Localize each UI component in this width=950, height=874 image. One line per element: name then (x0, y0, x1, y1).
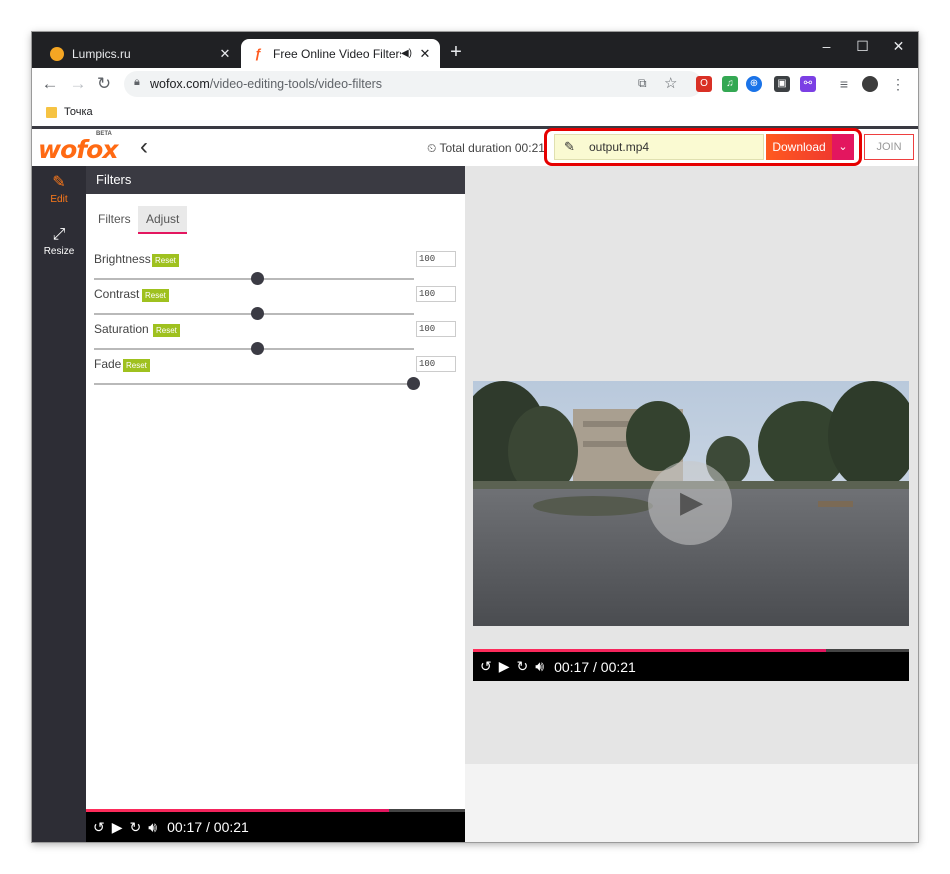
folder-icon (46, 107, 57, 118)
tab-adjust[interactable]: Adjust (138, 206, 188, 234)
reload-icon[interactable]: ↻ (92, 72, 116, 96)
new-tab-button[interactable]: + (444, 41, 468, 65)
extension-purple-icon[interactable]: ⚯ (800, 76, 816, 92)
preview-player-controls: ↺ ▶ ↻ 🔊︎ 00:17 / 00:21 (473, 652, 909, 681)
bookmark-tochka[interactable]: Точка (64, 106, 93, 118)
close-icon[interactable]: ✕ (416, 46, 434, 62)
value-input[interactable]: 100 (416, 321, 456, 337)
reset-button[interactable]: Reset (123, 359, 150, 372)
extension-cube-icon[interactable]: ▣ (774, 76, 790, 92)
wofox-logo[interactable]: wofox BETA (38, 131, 118, 164)
minimize-button[interactable]: – (808, 32, 845, 60)
annotation-highlight (544, 128, 862, 166)
panel-player-controls: ↺ ▶ ↻ 🔊︎ 00:17 / 00:21 (86, 812, 465, 842)
slider-thumb[interactable] (251, 307, 264, 320)
tab-wofox[interactable]: ƒ Free Online Video Filters | W ◀︎) ✕ (241, 39, 440, 68)
back-arrow-icon[interactable]: ← (38, 72, 62, 96)
replay-icon[interactable]: ↺ (480, 658, 492, 675)
forward-icon[interactable]: ↻ (130, 819, 142, 836)
reset-button[interactable]: Reset (142, 289, 169, 302)
tab-filters[interactable]: Filters (90, 206, 139, 232)
slider-thumb[interactable] (407, 377, 420, 390)
close-icon[interactable]: ✕ (216, 46, 234, 62)
reset-button[interactable]: Reset (153, 324, 180, 337)
volume-icon[interactable]: 🔊︎ (535, 658, 544, 675)
join-button[interactable]: JOIN (864, 134, 914, 160)
lock-icon: 🔒︎ (134, 76, 140, 88)
slider-thumb[interactable] (251, 272, 264, 285)
slider-track[interactable] (94, 383, 414, 385)
resize-icon: ⤢ (52, 226, 66, 243)
value-input[interactable]: 100 (416, 286, 456, 302)
slider-label: Saturation (94, 322, 149, 336)
time-display: 00:17 / 00:21 (554, 658, 636, 675)
close-window-button[interactable]: ✕ (880, 32, 917, 60)
panel-title: Filters (86, 166, 465, 194)
wofox-app: wofox BETA ‹ ⏲︎ Total duration 00:21 ✎ o… (32, 126, 918, 842)
lumpics-favicon-icon (50, 46, 64, 61)
speaker-icon[interactable]: ◀︎) (401, 48, 412, 59)
translate-icon[interactable]: ⧉ (638, 76, 647, 91)
browser-window: Lumpics.ru ✕ ƒ Free Online Video Filters… (32, 32, 918, 842)
url-text: wofox.com/video-editing-tools/video-filt… (150, 77, 383, 91)
volume-icon[interactable]: 🔊︎ (148, 819, 157, 836)
extension-opera-icon[interactable]: O (696, 76, 712, 92)
time-display: 00:17 / 00:21 (167, 819, 249, 835)
reset-button[interactable]: Reset (152, 254, 179, 267)
title-bar: Lumpics.ru ✕ ƒ Free Online Video Filters… (32, 32, 918, 68)
maximize-button[interactable]: ☐ (844, 32, 881, 60)
extension-globe-icon[interactable]: ⊕ (746, 76, 762, 92)
rail-item-resize[interactable]: ⤢ Resize (32, 218, 86, 270)
app-header: wofox BETA ‹ ⏲︎ Total duration 00:21 ✎ o… (32, 126, 918, 166)
total-duration: ⏲︎ Total duration 00:21 (427, 141, 545, 155)
tool-rail: ✎ Edit ⤢ Resize (32, 166, 86, 842)
browser-toolbar: ← → ↻ 🔒︎ wofox.com/video-editing-tools/v… (32, 68, 918, 100)
slider-fade: Fade Reset 100 (94, 356, 458, 392)
address-bar[interactable]: 🔒︎ wofox.com/video-editing-tools/video-f… (124, 71, 702, 97)
extension-music-icon[interactable]: ♫ (722, 76, 738, 92)
play-icon[interactable]: ▶ (499, 658, 510, 675)
tab-lumpics[interactable]: Lumpics.ru ✕ (40, 39, 240, 68)
play-icon[interactable]: ▶ (112, 819, 123, 836)
filters-panel: Filters Filters Adjust Brightness Reset 10… (86, 166, 465, 842)
star-icon[interactable]: ☆ (664, 74, 677, 92)
slider-thumb[interactable] (251, 342, 264, 355)
forward-arrow-icon[interactable]: → (66, 72, 90, 96)
menu-kebab-icon[interactable]: ⋮ (890, 76, 906, 92)
tab-title: Lumpics.ru (72, 46, 131, 61)
value-input[interactable]: 100 (416, 251, 456, 267)
slider-label: Fade (94, 357, 122, 371)
rail-item-edit[interactable]: ✎ Edit (32, 166, 86, 218)
play-overlay-button[interactable]: ▶ (648, 461, 732, 545)
avatar[interactable] (862, 76, 878, 92)
value-input[interactable]: 100 (416, 356, 456, 372)
playlist-icon[interactable]: ≡ (836, 76, 852, 92)
play-icon: ▶ (680, 486, 704, 519)
bookmarks-bar: Точка (32, 100, 918, 127)
back-chevron-icon[interactable]: ‹ (140, 133, 148, 161)
replay-icon[interactable]: ↺ (93, 819, 105, 836)
slider-label: Brightness (94, 252, 151, 266)
video-preview[interactable]: ▶ (473, 381, 909, 626)
tab-title: Free Online Video Filters | W (273, 46, 401, 61)
edit-icon: ✎ (52, 174, 66, 191)
slider-contrast: Contrast Reset 100 (94, 286, 458, 322)
slider-label: Contrast (94, 287, 140, 301)
preview-footer (465, 764, 918, 842)
wofox-favicon-icon: ƒ (254, 45, 262, 61)
slider-saturation: Saturation Reset 100 (94, 321, 458, 357)
slider-brightness: Brightness Reset 100 (94, 251, 458, 287)
forward-icon[interactable]: ↻ (517, 658, 529, 675)
clock-icon: ⏲︎ (427, 141, 437, 155)
